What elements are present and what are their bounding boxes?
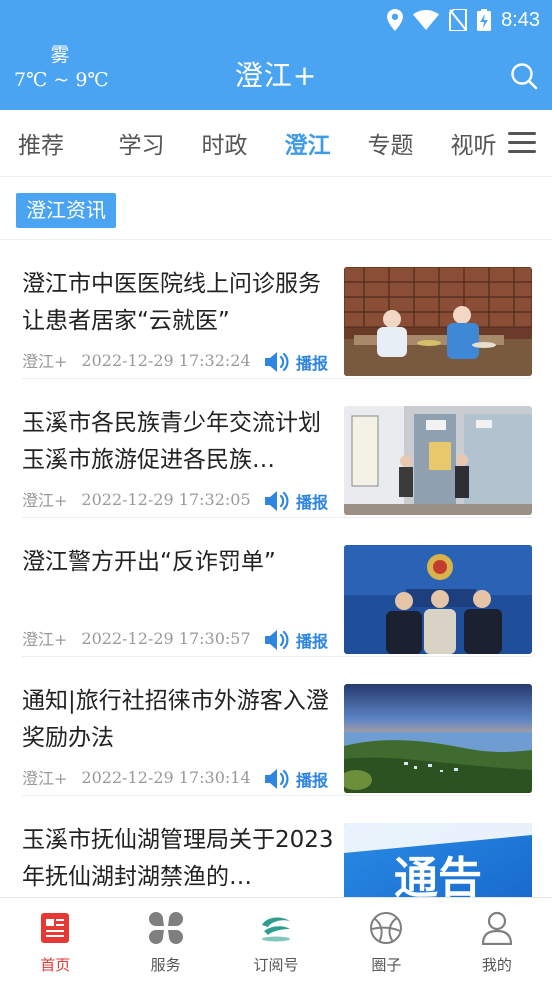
news-title: 玉溪市各民族青少年交流计划 玉溪市旅游促进各民族… xyxy=(22,410,321,473)
services-grid-icon xyxy=(146,908,186,948)
news-time: 2022-12-29 17:30:57 xyxy=(81,628,251,648)
nav-profile-label: 我的 xyxy=(481,956,512,974)
subscription-icon xyxy=(256,908,296,948)
tab-study[interactable]: 学习 xyxy=(100,126,183,160)
news-meta: 澄江+ 2022-12-29 17:30:57 xyxy=(22,626,251,650)
news-meta: 澄江+ 2022-12-29 17:32:05 xyxy=(22,487,251,511)
news-item[interactable]: 澄江市中医医院线上问诊服务让患者居家“云就医” 澄江+ 2022-12-29 1… xyxy=(0,240,552,379)
broadcast-button[interactable]: 播报 xyxy=(264,350,328,374)
news-meta: 澄江+ 2022-12-29 17:32:24 xyxy=(22,348,251,372)
clock: 8:43 xyxy=(501,8,540,31)
speaker-icon xyxy=(265,769,289,789)
app-title: 澄江+ xyxy=(234,59,318,92)
news-list: 澄江市中医医院线上问诊服务让患者居家“云就医” 澄江+ 2022-12-29 1… xyxy=(0,240,552,935)
broadcast-button[interactable]: 播报 xyxy=(264,767,328,791)
speaker-icon xyxy=(265,352,289,372)
broadcast-label: 播报 xyxy=(296,632,329,651)
news-item[interactable]: 澄江警方开出“反诈罚单” 澄江+ 2022-12-29 17:30:57 播报 xyxy=(0,518,552,657)
broadcast-button[interactable]: 播报 xyxy=(264,628,328,652)
news-thumbnail-lake xyxy=(344,684,532,793)
battery-charging-icon xyxy=(477,9,492,31)
news-title: 澄江警方开出“反诈罚单” xyxy=(22,549,276,575)
news-time: 2022-12-29 17:32:24 xyxy=(81,350,251,370)
nav-home-label: 首页 xyxy=(40,956,71,974)
hamburger-menu-icon[interactable] xyxy=(508,132,536,154)
news-thumbnail-museum xyxy=(344,406,532,515)
bottom-navigation: 首页 服务 订阅号 圈子 我的 xyxy=(0,897,552,981)
tab-chengjiang[interactable]: 澄江 xyxy=(266,126,349,160)
nav-circle[interactable]: 圈子 xyxy=(331,898,441,981)
status-bar: 8:43 xyxy=(387,6,540,34)
tab-audiovisual[interactable]: 视听 xyxy=(432,126,515,160)
nav-subscription-label: 订阅号 xyxy=(253,956,299,974)
news-meta: 澄江+ 2022-12-29 17:30:14 xyxy=(22,765,251,789)
news-source: 澄江+ xyxy=(22,630,68,649)
wifi-icon xyxy=(413,10,440,30)
news-title: 玉溪市抚仙湖管理局关于2023年抚仙湖封湖禁渔的… xyxy=(22,827,334,890)
divider xyxy=(0,176,552,177)
broadcast-label: 播报 xyxy=(296,354,329,373)
section-label: 澄江资讯 xyxy=(16,193,116,228)
news-title: 通知|旅行社招徕市外游客入澄奖励办法 xyxy=(22,688,329,751)
broadcast-label: 播报 xyxy=(296,493,329,512)
news-time: 2022-12-29 17:30:14 xyxy=(81,767,251,787)
nav-services[interactable]: 服务 xyxy=(110,898,220,981)
news-thumbnail-police xyxy=(344,545,532,654)
broadcast-button[interactable]: 播报 xyxy=(264,489,328,513)
nav-subscription[interactable]: 订阅号 xyxy=(221,898,331,981)
broadcast-label: 播报 xyxy=(296,771,329,790)
location-icon xyxy=(387,9,404,31)
nav-home[interactable]: 首页 xyxy=(0,898,110,981)
nav-circle-label: 圈子 xyxy=(371,956,402,974)
profile-icon xyxy=(477,908,517,948)
nav-services-label: 服务 xyxy=(150,956,181,974)
speaker-icon xyxy=(265,630,289,650)
home-news-icon xyxy=(35,908,75,948)
speaker-icon xyxy=(265,491,289,511)
tab-topics[interactable]: 专题 xyxy=(349,126,432,160)
news-time: 2022-12-29 17:32:05 xyxy=(81,489,251,509)
nav-profile[interactable]: 我的 xyxy=(442,898,552,981)
circle-community-icon xyxy=(366,908,406,948)
tab-politics[interactable]: 时政 xyxy=(183,126,266,160)
news-title: 澄江市中医医院线上问诊服务让患者居家“云就医” xyxy=(22,271,321,334)
news-source: 澄江+ xyxy=(22,769,68,788)
news-item[interactable]: 通知|旅行社招徕市外游客入澄奖励办法 澄江+ 2022-12-29 17:30:… xyxy=(0,657,552,796)
news-thumbnail-pharmacy xyxy=(344,267,532,376)
search-icon[interactable] xyxy=(510,62,538,90)
news-item[interactable]: 玉溪市各民族青少年交流计划 玉溪市旅游促进各民族… 澄江+ 2022-12-29… xyxy=(0,379,552,518)
tab-recommend[interactable]: 推荐 xyxy=(0,126,100,160)
no-sim-icon xyxy=(449,9,468,31)
news-source: 澄江+ xyxy=(22,352,68,371)
app-header: 8:43 雾 7℃ ~ 9℃ 澄江+ xyxy=(0,0,552,110)
channel-tabs: 推荐 学习 时政 澄江 专题 视听 xyxy=(0,110,552,176)
news-source: 澄江+ xyxy=(22,491,68,510)
